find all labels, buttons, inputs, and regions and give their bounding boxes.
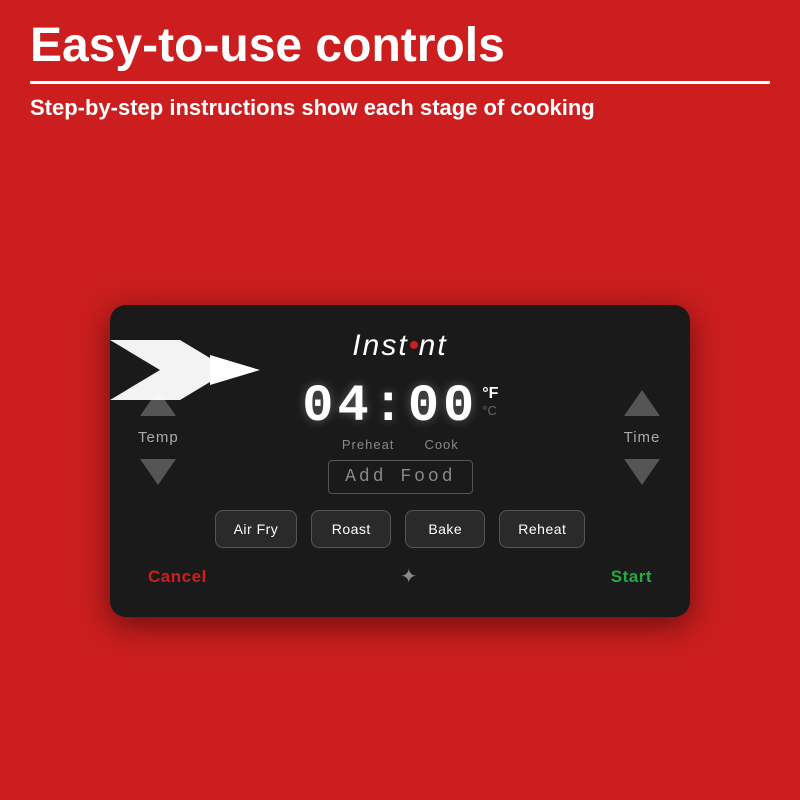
panel-wrapper: Instnt Temp 04:00	[30, 142, 770, 780]
light-icon[interactable]: ✦	[400, 564, 417, 589]
add-food-display: Add Food	[328, 460, 472, 494]
cook-label: Cook	[424, 437, 458, 452]
preheat-cook-row: Preheat Cook	[342, 437, 459, 452]
bottom-row: Cancel ✦ Start	[138, 564, 662, 589]
time-up-icon	[624, 390, 660, 416]
reheat-button[interactable]: Reheat	[499, 510, 585, 548]
celsius-label: °C	[482, 403, 497, 418]
start-button[interactable]: Start	[611, 567, 652, 587]
fahrenheit-label: °F	[482, 385, 498, 403]
temp-down-button[interactable]	[138, 452, 178, 492]
preheat-label: Preheat	[342, 437, 395, 452]
time-display: 04:00 °F °C	[302, 381, 498, 433]
brand-dot	[410, 341, 418, 349]
time-label: Time	[624, 429, 661, 446]
time-down-icon	[624, 459, 660, 485]
main-title: Easy-to-use controls	[30, 20, 770, 73]
page-container: Easy-to-use controls Step-by-step instru…	[0, 0, 800, 800]
cancel-button[interactable]: Cancel	[148, 567, 207, 587]
temp-label: Temp	[138, 429, 179, 446]
divider	[30, 81, 770, 84]
digit-display: 04:00	[302, 381, 478, 433]
air-fry-button[interactable]: Air Fry	[215, 510, 298, 548]
subtitle: Step-by-step instructions show each stag…	[30, 94, 770, 123]
roast-button[interactable]: Roast	[311, 510, 391, 548]
time-section: Time	[622, 383, 662, 492]
arrow-pointer	[100, 330, 260, 400]
time-down-button[interactable]	[622, 452, 662, 492]
degree-unit: °F °C	[482, 385, 498, 418]
time-up-button[interactable]	[622, 383, 662, 423]
temp-down-icon	[140, 459, 176, 485]
bake-button[interactable]: Bake	[405, 510, 485, 548]
cook-buttons-row: Air Fry Roast Bake Reheat	[138, 510, 662, 548]
